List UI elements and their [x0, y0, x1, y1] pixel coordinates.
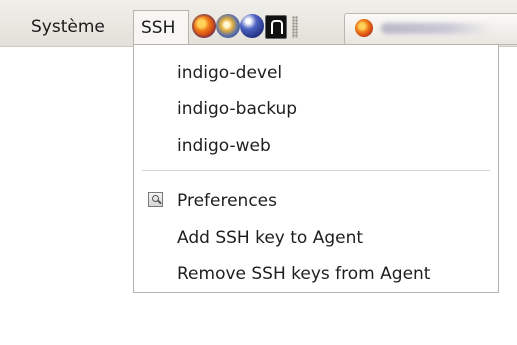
thunderbird-icon[interactable] [216, 14, 240, 38]
ssh-menu-button[interactable]: SSH [133, 10, 189, 45]
desktop-screen: Système SSH indigo-devel indigo-backup i… [0, 0, 517, 345]
menu-item-indigo-backup[interactable]: indigo-backup [177, 94, 297, 124]
top-panel: Système SSH [0, 0, 517, 47]
menu-separator [142, 170, 490, 171]
menu-item-remove-ssh-keys[interactable]: Remove SSH keys from Agent [177, 259, 430, 289]
firefox-icon[interactable] [192, 14, 216, 38]
menu-item-preferences[interactable]: Preferences [177, 186, 277, 216]
menu-item-indigo-devel[interactable]: indigo-devel [177, 58, 282, 88]
panel-handle[interactable] [292, 16, 298, 38]
preferences-icon [148, 192, 163, 207]
menu-item-indigo-web[interactable]: indigo-web [177, 131, 271, 161]
taskbar-window-button[interactable] [344, 13, 517, 45]
firefox-icon [355, 19, 373, 37]
ssh-dropdown-menu: indigo-devel indigo-backup indigo-web Pr… [133, 44, 499, 293]
ssh-menu-label[interactable]: SSH [141, 17, 175, 39]
menu-item-add-ssh-key[interactable]: Add SSH key to Agent [177, 223, 363, 253]
systeme-menu[interactable]: Système [31, 16, 105, 38]
terminal-icon[interactable] [265, 15, 287, 39]
globe-icon[interactable] [240, 14, 264, 38]
blurred-window-title [381, 23, 491, 34]
